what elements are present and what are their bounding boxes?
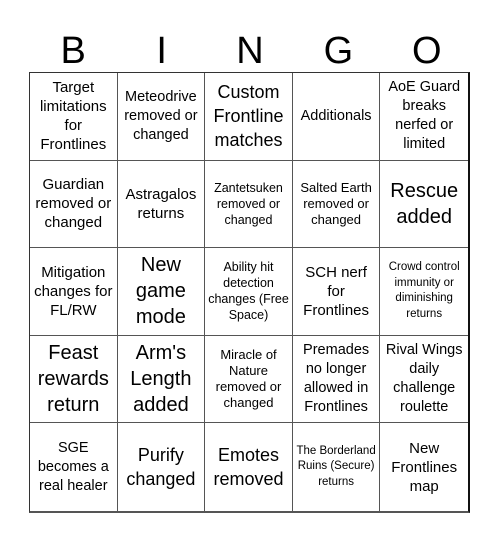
- header-letter-o: O: [412, 30, 442, 72]
- bingo-cell[interactable]: Guardian removed or changed: [30, 160, 118, 249]
- bingo-cell[interactable]: Custom Frontline matches: [205, 73, 293, 161]
- bingo-cell[interactable]: Feast rewards return: [30, 335, 118, 424]
- bingo-cell[interactable]: AoE Guard breaks nerfed or limited: [380, 73, 468, 161]
- header-letter-i: I: [156, 30, 167, 72]
- bingo-cell[interactable]: Mitigation changes for FL/RW: [30, 248, 118, 336]
- bingo-cell[interactable]: Astragalos returns: [117, 160, 206, 249]
- bingo-cell[interactable]: Additionals: [292, 73, 381, 161]
- header-letter-n: N: [236, 30, 264, 72]
- bingo-grid: Target limitations for Frontlines Meteod…: [29, 72, 470, 513]
- bingo-cell[interactable]: Miracle of Nature removed or changed: [205, 335, 293, 424]
- bingo-cell[interactable]: Arm's Length added: [117, 335, 206, 424]
- bingo-cell[interactable]: Rival Wings daily challenge roulette: [380, 336, 468, 424]
- bingo-cell[interactable]: New Frontlines map: [380, 423, 468, 511]
- free-space-cell[interactable]: Ability hit detection changes (Free Spac…: [205, 248, 293, 336]
- bingo-cell[interactable]: The Borderland Ruins (Secure) returns: [293, 423, 381, 511]
- bingo-cell[interactable]: Target limitations for Frontlines: [30, 73, 118, 161]
- bingo-cell[interactable]: Crowd control immunity or diminishing re…: [380, 248, 468, 336]
- bingo-cell[interactable]: SGE becomes a real healer: [30, 423, 118, 511]
- header-letter-b: B: [60, 30, 86, 72]
- bingo-cell[interactable]: Zantetsuken removed or changed: [205, 160, 293, 249]
- bingo-cell[interactable]: Emotes removed: [205, 423, 293, 511]
- bingo-header: B I N G O: [29, 30, 471, 72]
- header-letter-g: G: [323, 30, 354, 72]
- bingo-cell[interactable]: Salted Earth removed or changed: [292, 160, 381, 249]
- bingo-cell[interactable]: SCH nerf for Frontlines: [292, 248, 381, 336]
- bingo-cell[interactable]: Rescue added: [380, 161, 468, 249]
- bingo-cell[interactable]: New game mode: [117, 248, 206, 336]
- bingo-cell[interactable]: Purify changed: [118, 423, 206, 511]
- bingo-cell[interactable]: Meteodrive removed or changed: [117, 73, 206, 161]
- bingo-cell[interactable]: Premades no longer allowed in Frontlines: [292, 335, 381, 424]
